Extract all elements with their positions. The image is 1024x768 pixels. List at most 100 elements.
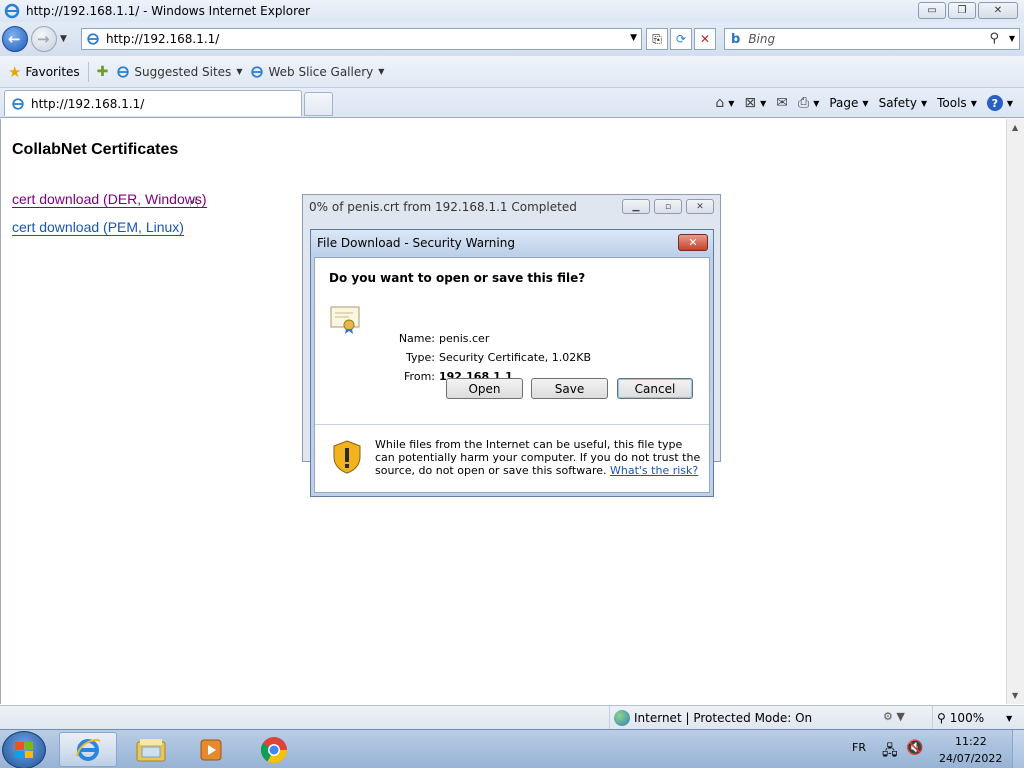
rss-feed-icon: ⊠ [744, 95, 757, 111]
scroll-down-icon[interactable]: ▼ [1012, 691, 1018, 700]
web-slice-gallery-link[interactable]: Web Slice Gallery ▼ [250, 65, 384, 79]
chevron-down-icon: ▼ [236, 67, 243, 76]
taskbar: FR 🖧 🔇 11:22 24/07/2022 [0, 729, 1024, 768]
minimize-icon: ▭ [927, 5, 937, 16]
restore-button[interactable]: ❐ [948, 2, 976, 19]
cancel-button[interactable]: Cancel [617, 378, 693, 399]
favorites-bar: ★ Favorites ✚ Suggested Sites ▼ Web Slic… [0, 56, 1024, 88]
globe-icon [614, 710, 630, 726]
print-button[interactable]: ⎙ ▼ [795, 95, 822, 111]
stop-button[interactable]: ✕ [694, 28, 716, 50]
chevron-down-icon: ▼ [728, 98, 735, 108]
home-button[interactable]: ⌂ ▼ [712, 95, 737, 111]
forward-arrow-icon: → [37, 30, 50, 48]
restore-icon: ❐ [957, 5, 967, 16]
add-to-favorites-bar-icon[interactable]: ✚ [97, 64, 109, 80]
favorites-star-icon[interactable]: ★ [8, 63, 21, 81]
start-button[interactable] [2, 731, 46, 768]
help-menu[interactable]: ? ▼ [984, 95, 1016, 111]
save-button[interactable]: Save [531, 378, 608, 399]
name-label: Name: [398, 332, 435, 345]
new-tab-button[interactable] [304, 92, 333, 116]
type-label: Type: [406, 351, 435, 364]
minimize-button[interactable]: ▭ [918, 2, 946, 19]
chevron-down-icon: ▼ [813, 98, 820, 108]
search-dropdown-icon[interactable]: ▼ [1009, 34, 1015, 43]
suggested-sites-link[interactable]: Suggested Sites ▼ [116, 65, 242, 79]
page-title: CollabNet Certificates [12, 141, 179, 158]
search-field[interactable]: b Bing ⚲ ▼ [724, 28, 1020, 50]
suggested-sites-label: Suggested Sites [134, 64, 232, 79]
chevron-down-icon: ▼ [1006, 98, 1013, 108]
chevron-down-icon: ▼ [1006, 713, 1013, 723]
page-ie-icon [87, 33, 99, 45]
cert-download-der-link[interactable]: cert download (DER, Windows) [12, 191, 207, 208]
minimize-icon: ▁ [632, 201, 640, 212]
tab-active[interactable]: http://192.168.1.1/ [4, 90, 302, 116]
whats-the-risk-link[interactable]: What's the risk? [610, 464, 698, 477]
address-url: http://192.168.1.1/ [106, 32, 220, 46]
stop-icon: ✕ [699, 32, 711, 46]
clock-date[interactable]: 24/07/2022 [939, 752, 1002, 765]
refresh-button[interactable]: ⟳ [670, 28, 692, 50]
address-dropdown-icon[interactable]: ▼ [630, 33, 637, 43]
taskbar-explorer-button[interactable] [122, 732, 180, 767]
safety-menu[interactable]: Safety ▼ [876, 96, 931, 110]
shield-warning-icon [333, 440, 361, 474]
taskbar-ie-button[interactable] [59, 732, 117, 767]
address-row: ← → ▼ http://192.168.1.1/ ▼ ⎘ ⟳ ✕ b Bing… [0, 22, 1024, 56]
address-field[interactable]: http://192.168.1.1/ ▼ [81, 28, 642, 50]
taskbar-chrome-button[interactable] [245, 732, 303, 767]
warning-text: While files from the Internet can be use… [375, 438, 705, 477]
forward-button[interactable]: → [31, 26, 57, 52]
window-title: http://192.168.1.1/ - Windows Internet E… [26, 4, 311, 18]
search-placeholder: Bing [748, 32, 776, 46]
progress-close-button[interactable]: ✕ [686, 199, 714, 214]
vertical-scrollbar[interactable]: ▲ ▼ [1006, 119, 1024, 704]
dialog-close-button[interactable]: ✕ [678, 234, 708, 251]
name-value: penis.cer [439, 332, 490, 345]
tools-menu[interactable]: Tools ▼ [934, 96, 980, 110]
dialog-question: Do you want to open or save this file? [329, 271, 586, 285]
chevron-down-icon: ▼ [920, 98, 928, 108]
close-window-button[interactable]: ✕ [978, 2, 1018, 19]
internet-explorer-icon [76, 738, 101, 761]
taskbar-media-player-button[interactable] [182, 732, 240, 767]
home-icon: ⌂ [715, 95, 725, 111]
security-zone[interactable]: Internet | Protected Mode: On [609, 706, 812, 730]
web-slice-gallery-icon [251, 65, 264, 78]
clock-time[interactable]: 11:22 [955, 735, 987, 748]
read-mail-button[interactable]: ✉ [773, 95, 791, 111]
volume-muted-icon[interactable]: 🔇 [906, 740, 923, 756]
back-arrow-icon: ← [8, 30, 21, 48]
title-bar: http://192.168.1.1/ - Windows Internet E… [0, 0, 1024, 22]
bing-logo-icon: b [731, 31, 741, 47]
dialog-title: File Download - Security Warning [317, 236, 515, 250]
cert-download-pem-link[interactable]: cert download (PEM, Linux) [12, 219, 184, 236]
protected-mode-settings-icon[interactable]: ⚙ ▼ [883, 710, 905, 723]
show-desktop-button[interactable] [1012, 730, 1024, 768]
windows-logo-icon [15, 742, 33, 758]
back-button[interactable]: ← [2, 26, 28, 52]
network-icon[interactable]: 🖧 [882, 740, 898, 764]
compat-view-button[interactable]: ⎘ [646, 28, 668, 50]
zoom-control[interactable]: ⚲ 100% ▼ [932, 706, 1012, 730]
scroll-up-icon[interactable]: ▲ [1012, 123, 1018, 132]
feeds-button[interactable]: ⊠ ▼ [741, 95, 769, 111]
progress-minimize-button[interactable]: ▁ [622, 199, 650, 214]
favorites-button[interactable]: Favorites [25, 65, 79, 79]
search-icon[interactable]: ⚲ [989, 31, 999, 46]
zoom-magnifier-icon: ⚲ [937, 711, 946, 725]
security-zone-label: Internet | Protected Mode: On [634, 711, 813, 725]
language-indicator[interactable]: FR [852, 741, 866, 754]
open-button[interactable]: Open [446, 378, 523, 399]
progress-dialog-title: 0% of penis.crt from 192.168.1.1 Complet… [309, 200, 577, 214]
web-slice-gallery-label: Web Slice Gallery [268, 64, 374, 79]
page-menu[interactable]: Page ▼ [826, 96, 871, 110]
progress-restore-button[interactable]: ▫ [654, 199, 682, 214]
dialog-titlebar: File Download - Security Warning ✕ [311, 230, 713, 256]
close-icon: ✕ [993, 5, 1003, 16]
media-player-icon [200, 739, 222, 760]
recent-pages-dropdown[interactable]: ▼ [60, 34, 67, 44]
tab-label: http://192.168.1.1/ [31, 96, 145, 111]
